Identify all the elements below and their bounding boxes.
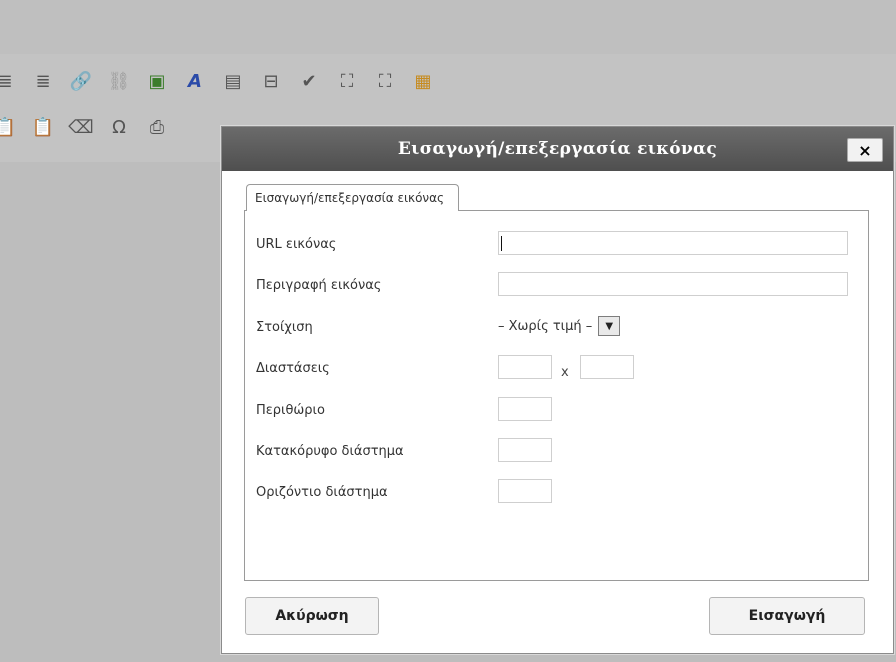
alignment-selected: – Χωρίς τιμή – xyxy=(498,318,593,334)
eraser-icon[interactable]: ⌫ xyxy=(68,117,93,139)
description-label: Περιγραφή εικόνας xyxy=(256,277,382,293)
toolbar-row-1: ≣ ≣ 🔗 ⛓ ▣ A ▤ ⊟ ✔ ⛶ ⛶ ▦ xyxy=(0,62,450,102)
omega-icon[interactable]: Ω xyxy=(108,117,130,139)
link-icon[interactable]: 🔗 xyxy=(70,71,92,93)
margin-label: Περιθώριο xyxy=(256,402,325,418)
media-icon[interactable]: ▦ xyxy=(412,71,434,93)
dialog-title: Εισαγωγή/επεξεργασία εικόνας xyxy=(397,139,718,159)
spellcheck-icon[interactable]: ✔ xyxy=(298,71,320,93)
description-input[interactable] xyxy=(498,272,848,296)
find-icon[interactable]: ⛶ xyxy=(336,71,358,93)
vspace-input[interactable] xyxy=(498,438,552,462)
chevron-down-icon[interactable]: ▼ xyxy=(598,316,621,336)
dialog-header: Εισαγωγή/επεξεργασία εικόνας × xyxy=(222,127,893,171)
cancel-button[interactable]: Ακύρωση xyxy=(245,597,379,635)
description-row: Περιγραφή εικόνας xyxy=(256,272,498,298)
image-dialog: Εισαγωγή/επεξεργασία εικόνας × Εισαγωγή/… xyxy=(221,126,894,654)
alignment-row: Στοίχιση xyxy=(256,314,498,340)
paste-text-icon[interactable]: 📋 xyxy=(0,117,16,139)
alignment-select[interactable]: – Χωρίς τιμή – ▼ xyxy=(498,314,674,338)
dimensions-separator: x xyxy=(561,365,569,380)
hspace-label: Οριζόντιο διάστημα xyxy=(256,484,388,500)
vspace-row: Κατακόρυφο διάστημα xyxy=(256,438,498,464)
tab-general[interactable]: Εισαγωγή/επεξεργασία εικόνας xyxy=(246,184,460,211)
horizontal-rule-icon[interactable]: ▤ xyxy=(222,71,244,93)
page-break-icon[interactable]: ⊟ xyxy=(260,71,282,93)
insert-button[interactable]: Εισαγωγή xyxy=(709,597,865,635)
alignment-label: Στοίχιση xyxy=(256,319,313,335)
margin-input[interactable] xyxy=(498,397,552,421)
width-input[interactable] xyxy=(498,355,552,379)
height-input[interactable] xyxy=(580,355,634,379)
fullscreen-icon[interactable]: ⛶ xyxy=(374,71,396,93)
dimensions-row: Διαστάσεις xyxy=(256,355,498,381)
text-caret xyxy=(501,236,502,251)
url-label: URL εικόνας xyxy=(256,236,337,252)
paste-word-icon[interactable]: 📋 xyxy=(32,117,54,139)
margin-row: Περιθώριο xyxy=(256,397,498,423)
align-center-icon[interactable]: ≣ xyxy=(0,71,16,93)
hspace-input[interactable] xyxy=(498,479,552,503)
top-bar xyxy=(0,0,896,54)
url-input[interactable] xyxy=(498,231,848,255)
cancel-button-label: Ακύρωση xyxy=(275,608,349,624)
close-icon: × xyxy=(858,140,872,160)
url-row: URL εικόνας xyxy=(256,231,498,257)
text-format-icon[interactable]: A xyxy=(184,71,206,93)
unlink-icon[interactable]: ⛓ xyxy=(108,71,131,93)
align-justify-icon[interactable]: ≣ xyxy=(32,71,54,93)
vspace-label: Κατακόρυφο διάστημα xyxy=(256,443,404,459)
print-icon[interactable]: ⎙ xyxy=(146,117,168,139)
hspace-row: Οριζόντιο διάστημα xyxy=(256,479,498,505)
image-icon[interactable]: ▣ xyxy=(146,71,168,93)
dimensions-label: Διαστάσεις xyxy=(256,360,330,376)
toolbar-row-2: 📋 📋 ⌫ Ω ⎙ xyxy=(0,108,184,148)
insert-button-label: Εισαγωγή xyxy=(748,608,826,624)
dialog-panel xyxy=(244,210,869,581)
tab-label: Εισαγωγή/επεξεργασία εικόνας xyxy=(255,191,445,205)
close-button[interactable]: × xyxy=(847,138,883,162)
